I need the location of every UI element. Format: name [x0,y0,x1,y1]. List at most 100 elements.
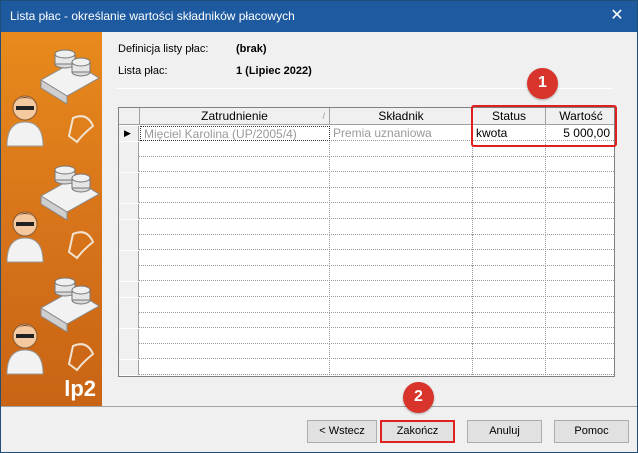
table-cell[interactable] [140,360,330,375]
row-header[interactable]: ▶ [119,126,139,141]
row-header[interactable] [119,282,139,297]
table-cell[interactable] [140,282,330,297]
table-row[interactable] [119,219,614,235]
table-cell[interactable] [330,297,473,313]
cancel-button[interactable]: Anuluj [467,420,542,443]
row-header[interactable] [119,250,139,266]
table-cell[interactable] [546,298,614,313]
table-cell[interactable] [473,328,546,344]
row-header[interactable] [119,204,139,219]
row-header[interactable] [119,360,139,375]
table-row[interactable] [119,328,614,344]
table-cell[interactable] [330,172,473,188]
table-cell[interactable] [140,204,330,219]
table-cell[interactable] [330,282,473,297]
table-cell[interactable]: Premia uznaniowa [330,126,473,141]
table-cell[interactable] [546,266,614,281]
table-cell[interactable] [140,235,330,251]
row-header[interactable] [119,313,139,329]
table-row[interactable] [119,344,614,360]
table-cell[interactable] [140,344,330,360]
table-cell[interactable] [140,172,330,188]
row-header[interactable] [119,297,139,313]
table-row[interactable] [119,172,614,188]
row-header[interactable] [119,235,139,251]
row-header[interactable] [119,328,139,344]
table-row[interactable] [119,297,614,313]
table-cell[interactable] [473,172,546,188]
table-cell[interactable] [330,360,473,375]
table-cell[interactable] [330,141,473,157]
table-cell[interactable] [473,204,546,219]
payroll-label: Lista płac: [118,65,168,77]
row-header[interactable] [119,266,139,282]
table-cell[interactable] [546,220,614,235]
table-cell[interactable] [473,282,546,297]
table-cell[interactable] [140,297,330,313]
definition-label: Definicja listy płac: [118,43,209,55]
table-cell[interactable] [546,282,614,297]
table-cell[interactable] [546,313,614,328]
table-cell[interactable]: Mięciel Karolina (UP/2005/4) [140,126,330,141]
table-cell[interactable] [546,157,614,172]
table-cell[interactable] [546,204,614,219]
table-cell[interactable] [330,157,473,173]
table-cell[interactable] [546,329,614,344]
table-cell[interactable] [546,173,614,188]
table-cell[interactable] [473,188,546,204]
table-cell[interactable] [140,328,330,344]
table-row[interactable] [119,235,614,251]
table-row[interactable] [119,282,614,297]
table-cell[interactable] [473,266,546,282]
table-cell[interactable] [140,157,330,173]
column-header-employment[interactable]: Zatrudnienie / [140,108,330,125]
table-cell[interactable] [546,188,614,203]
table-cell[interactable] [473,360,546,375]
table-cell[interactable] [473,313,546,329]
table-cell[interactable] [330,204,473,219]
row-header[interactable] [119,344,139,360]
table-cell[interactable] [330,344,473,360]
row-header[interactable] [119,157,139,173]
table-cell[interactable] [330,266,473,282]
table-cell[interactable] [473,219,546,235]
column-header-component[interactable]: Składnik [330,108,473,125]
table-row[interactable] [119,266,614,282]
table-cell[interactable] [330,328,473,344]
table-cell[interactable] [330,219,473,235]
table-cell[interactable] [473,235,546,251]
table-row[interactable] [119,157,614,173]
table-cell[interactable] [140,188,330,204]
table-cell[interactable] [473,297,546,313]
close-icon[interactable]: ✕ [597,1,637,32]
table-cell[interactable] [473,157,546,173]
row-header[interactable] [119,219,139,235]
table-cell[interactable] [330,235,473,251]
table-cell[interactable] [140,250,330,266]
table-cell[interactable] [473,250,546,266]
table-cell[interactable] [140,219,330,235]
table-row[interactable] [119,204,614,219]
table-row[interactable] [119,250,614,266]
table-cell[interactable] [330,250,473,266]
row-header[interactable] [119,172,139,188]
finish-button[interactable]: Zakończ [380,420,455,443]
help-button[interactable]: Pomoc [554,420,629,443]
table-cell[interactable] [140,313,330,329]
table-cell[interactable] [546,235,614,250]
table-cell[interactable] [140,141,330,157]
row-header[interactable] [119,188,139,204]
table-cell[interactable] [330,313,473,329]
table-cell[interactable] [330,188,473,204]
back-button[interactable]: < Wstecz [307,420,377,443]
table-cell[interactable] [140,266,330,282]
table-cell[interactable] [546,360,614,375]
components-grid[interactable]: Zatrudnienie / Składnik Status Wartość ▶… [118,107,615,377]
table-row[interactable] [119,313,614,329]
table-cell[interactable] [546,344,614,359]
table-row[interactable] [119,188,614,204]
table-row[interactable] [119,360,614,375]
table-cell[interactable] [546,251,614,266]
table-cell[interactable] [473,344,546,360]
row-header[interactable] [119,141,139,157]
